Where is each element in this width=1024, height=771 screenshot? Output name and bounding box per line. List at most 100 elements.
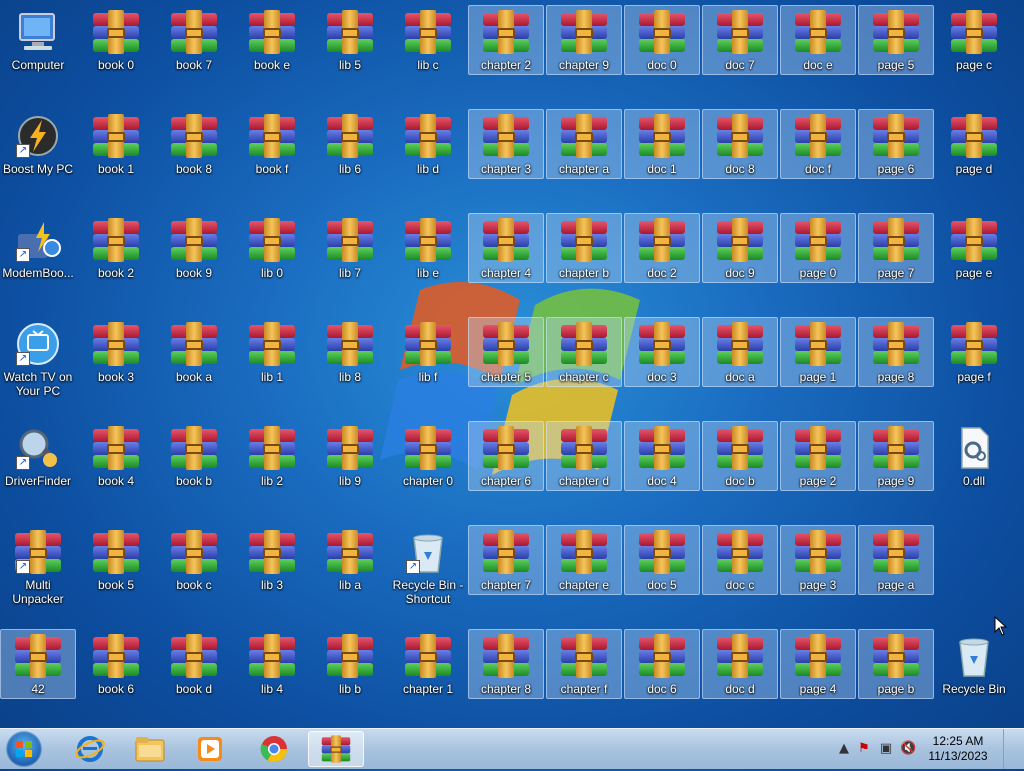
taskbar-internet-explorer-button[interactable] (62, 731, 118, 767)
volume-muted-icon[interactable]: 🔇 (900, 741, 916, 757)
desktop-icon-doc-8[interactable]: doc 8 (702, 109, 778, 179)
taskbar-chrome-button[interactable] (246, 731, 302, 767)
desktop-icon-chapter-2[interactable]: chapter 2 (468, 5, 544, 75)
taskbar-windows-explorer-button[interactable] (122, 731, 178, 767)
desktop-icon-book-d[interactable]: book d (156, 629, 232, 699)
desktop-icon-book-f[interactable]: book f (234, 109, 310, 179)
desktop-icon-computer[interactable]: Computer (0, 5, 76, 75)
action-center-flag-icon[interactable]: ⚑ (856, 741, 872, 757)
desktop-icon-page-0[interactable]: page 0 (780, 213, 856, 283)
desktop-icon-page-9[interactable]: page 9 (858, 421, 934, 491)
desktop-icon-doc-6[interactable]: doc 6 (624, 629, 700, 699)
desktop-icon-chapter-7[interactable]: chapter 7 (468, 525, 544, 595)
desktop-icon-doc-9[interactable]: doc 9 (702, 213, 778, 283)
desktop-icon-book-9[interactable]: book 9 (156, 213, 232, 283)
desktop-icon-chapter-a[interactable]: chapter a (546, 109, 622, 179)
desktop-icon-chapter-3[interactable]: chapter 3 (468, 109, 544, 179)
desktop-icon-lib-3[interactable]: lib 3 (234, 525, 310, 595)
desktop-icon-0-dll[interactable]: 0.dll (936, 421, 1012, 491)
desktop-icon-doc-2[interactable]: doc 2 (624, 213, 700, 283)
desktop-icon-book-8[interactable]: book 8 (156, 109, 232, 179)
desktop[interactable]: Computer ↗ Boost My PC ↗ ModemBoo... ↗ Watch T… (0, 0, 1024, 728)
desktop-icon-lib-2[interactable]: lib 2 (234, 421, 310, 491)
desktop-icon-book-1[interactable]: book 1 (78, 109, 154, 179)
desktop-icon-book-a[interactable]: book a (156, 317, 232, 387)
desktop-icon-lib-7[interactable]: lib 7 (312, 213, 388, 283)
desktop-icon-doc-5[interactable]: doc 5 (624, 525, 700, 595)
desktop-icon-lib-9[interactable]: lib 9 (312, 421, 388, 491)
desktop-icon-book-e[interactable]: book e (234, 5, 310, 75)
desktop-icon-book-7[interactable]: book 7 (156, 5, 232, 75)
desktop-icon-lib-0[interactable]: lib 0 (234, 213, 310, 283)
desktop-icon-page-d[interactable]: page d (936, 109, 1012, 179)
desktop-icon-lib-d[interactable]: lib d (390, 109, 466, 179)
show-hidden-icons-icon[interactable]: ▲ (836, 741, 852, 757)
start-button[interactable] (6, 731, 42, 767)
desktop-icon-chapter-4[interactable]: chapter 4 (468, 213, 544, 283)
desktop-icon-book-4[interactable]: book 4 (78, 421, 154, 491)
desktop-icon-doc-b[interactable]: doc b (702, 421, 778, 491)
desktop-icon-book-5[interactable]: book 5 (78, 525, 154, 595)
desktop-icon-chapter-1[interactable]: chapter 1 (390, 629, 466, 699)
desktop-icon-book-2[interactable]: book 2 (78, 213, 154, 283)
desktop-icon-book-3[interactable]: book 3 (78, 317, 154, 387)
show-desktop-button[interactable] (1003, 729, 1014, 769)
desktop-icon-page-f[interactable]: page f (936, 317, 1012, 387)
desktop-icon-doc-1[interactable]: doc 1 (624, 109, 700, 179)
desktop-icon-lib-b[interactable]: lib b (312, 629, 388, 699)
desktop-icon-chapter-c[interactable]: chapter c (546, 317, 622, 387)
desktop-icon-lib-1[interactable]: lib 1 (234, 317, 310, 387)
desktop-icon-doc-4[interactable]: doc 4 (624, 421, 700, 491)
desktop-icon-chapter-9[interactable]: chapter 9 (546, 5, 622, 75)
desktop-icon-lib-a[interactable]: lib a (312, 525, 388, 595)
desktop-icon-chapter-8[interactable]: chapter 8 (468, 629, 544, 699)
desktop-icon-page-a[interactable]: page a (858, 525, 934, 595)
desktop-icon-page-2[interactable]: page 2 (780, 421, 856, 491)
desktop-icon-page-7[interactable]: page 7 (858, 213, 934, 283)
desktop-icon-lib-6[interactable]: lib 6 (312, 109, 388, 179)
desktop-icon-page-6[interactable]: page 6 (858, 109, 934, 179)
desktop-icon-chapter-e[interactable]: chapter e (546, 525, 622, 595)
desktop-icon-doc-0[interactable]: doc 0 (624, 5, 700, 75)
desktop-icon-recycle-bin[interactable]: Recycle Bin (936, 629, 1012, 699)
desktop-icon-page-5[interactable]: page 5 (858, 5, 934, 75)
desktop-icon-doc-3[interactable]: doc 3 (624, 317, 700, 387)
desktop-icon-doc-7[interactable]: doc 7 (702, 5, 778, 75)
desktop-icon-chapter-0[interactable]: chapter 0 (390, 421, 466, 491)
desktop-icon-lib-5[interactable]: lib 5 (312, 5, 388, 75)
desktop-icon-book-b[interactable]: book b (156, 421, 232, 491)
desktop-icon-page-b[interactable]: page b (858, 629, 934, 699)
desktop-icon-recycle-bin-shortcut[interactable]: ↗ Recycle Bin - Shortcut (390, 525, 466, 609)
clock[interactable]: 12:25 AM 11/13/2023 (918, 734, 998, 764)
desktop-icon-multi-unpacker[interactable]: ↗ Multi Unpacker (0, 525, 76, 609)
desktop-icon-doc-a[interactable]: doc a (702, 317, 778, 387)
desktop-icon-lib-8[interactable]: lib 8 (312, 317, 388, 387)
desktop-icon-doc-f[interactable]: doc f (780, 109, 856, 179)
desktop-icon-lib-e[interactable]: lib e (390, 213, 466, 283)
desktop-icon-lib-c[interactable]: lib c (390, 5, 466, 75)
desktop-icon-doc-d[interactable]: doc d (702, 629, 778, 699)
desktop-icon-chapter-d[interactable]: chapter d (546, 421, 622, 491)
desktop-icon-page-4[interactable]: page 4 (780, 629, 856, 699)
desktop-icon-page-e[interactable]: page e (936, 213, 1012, 283)
desktop-icon-book-c[interactable]: book c (156, 525, 232, 595)
desktop-icon-chapter-5[interactable]: chapter 5 (468, 317, 544, 387)
desktop-icon-book-6[interactable]: book 6 (78, 629, 154, 699)
desktop-icon-doc-c[interactable]: doc c (702, 525, 778, 595)
desktop-icon-chapter-f[interactable]: chapter f (546, 629, 622, 699)
desktop-icon-watch-tv-on-your-pc[interactable]: ↗ Watch TV on Your PC (0, 317, 76, 401)
network-icon[interactable]: ▣ (878, 741, 894, 757)
desktop-icon-page-8[interactable]: page 8 (858, 317, 934, 387)
desktop-icon-doc-e[interactable]: doc e (780, 5, 856, 75)
taskbar-media-player-button[interactable] (182, 731, 238, 767)
desktop-icon-modemboo[interactable]: ↗ ModemBoo... (0, 213, 76, 283)
desktop-icon-page-c[interactable]: page c (936, 5, 1012, 75)
desktop-icon-42[interactable]: 42 (0, 629, 76, 699)
desktop-icon-lib-f[interactable]: lib f (390, 317, 466, 387)
desktop-icon-lib-4[interactable]: lib 4 (234, 629, 310, 699)
desktop-icon-book-0[interactable]: book 0 (78, 5, 154, 75)
desktop-icon-page-1[interactable]: page 1 (780, 317, 856, 387)
desktop-icon-chapter-6[interactable]: chapter 6 (468, 421, 544, 491)
desktop-icon-page-3[interactable]: page 3 (780, 525, 856, 595)
taskbar-winrar-button[interactable] (308, 731, 364, 767)
